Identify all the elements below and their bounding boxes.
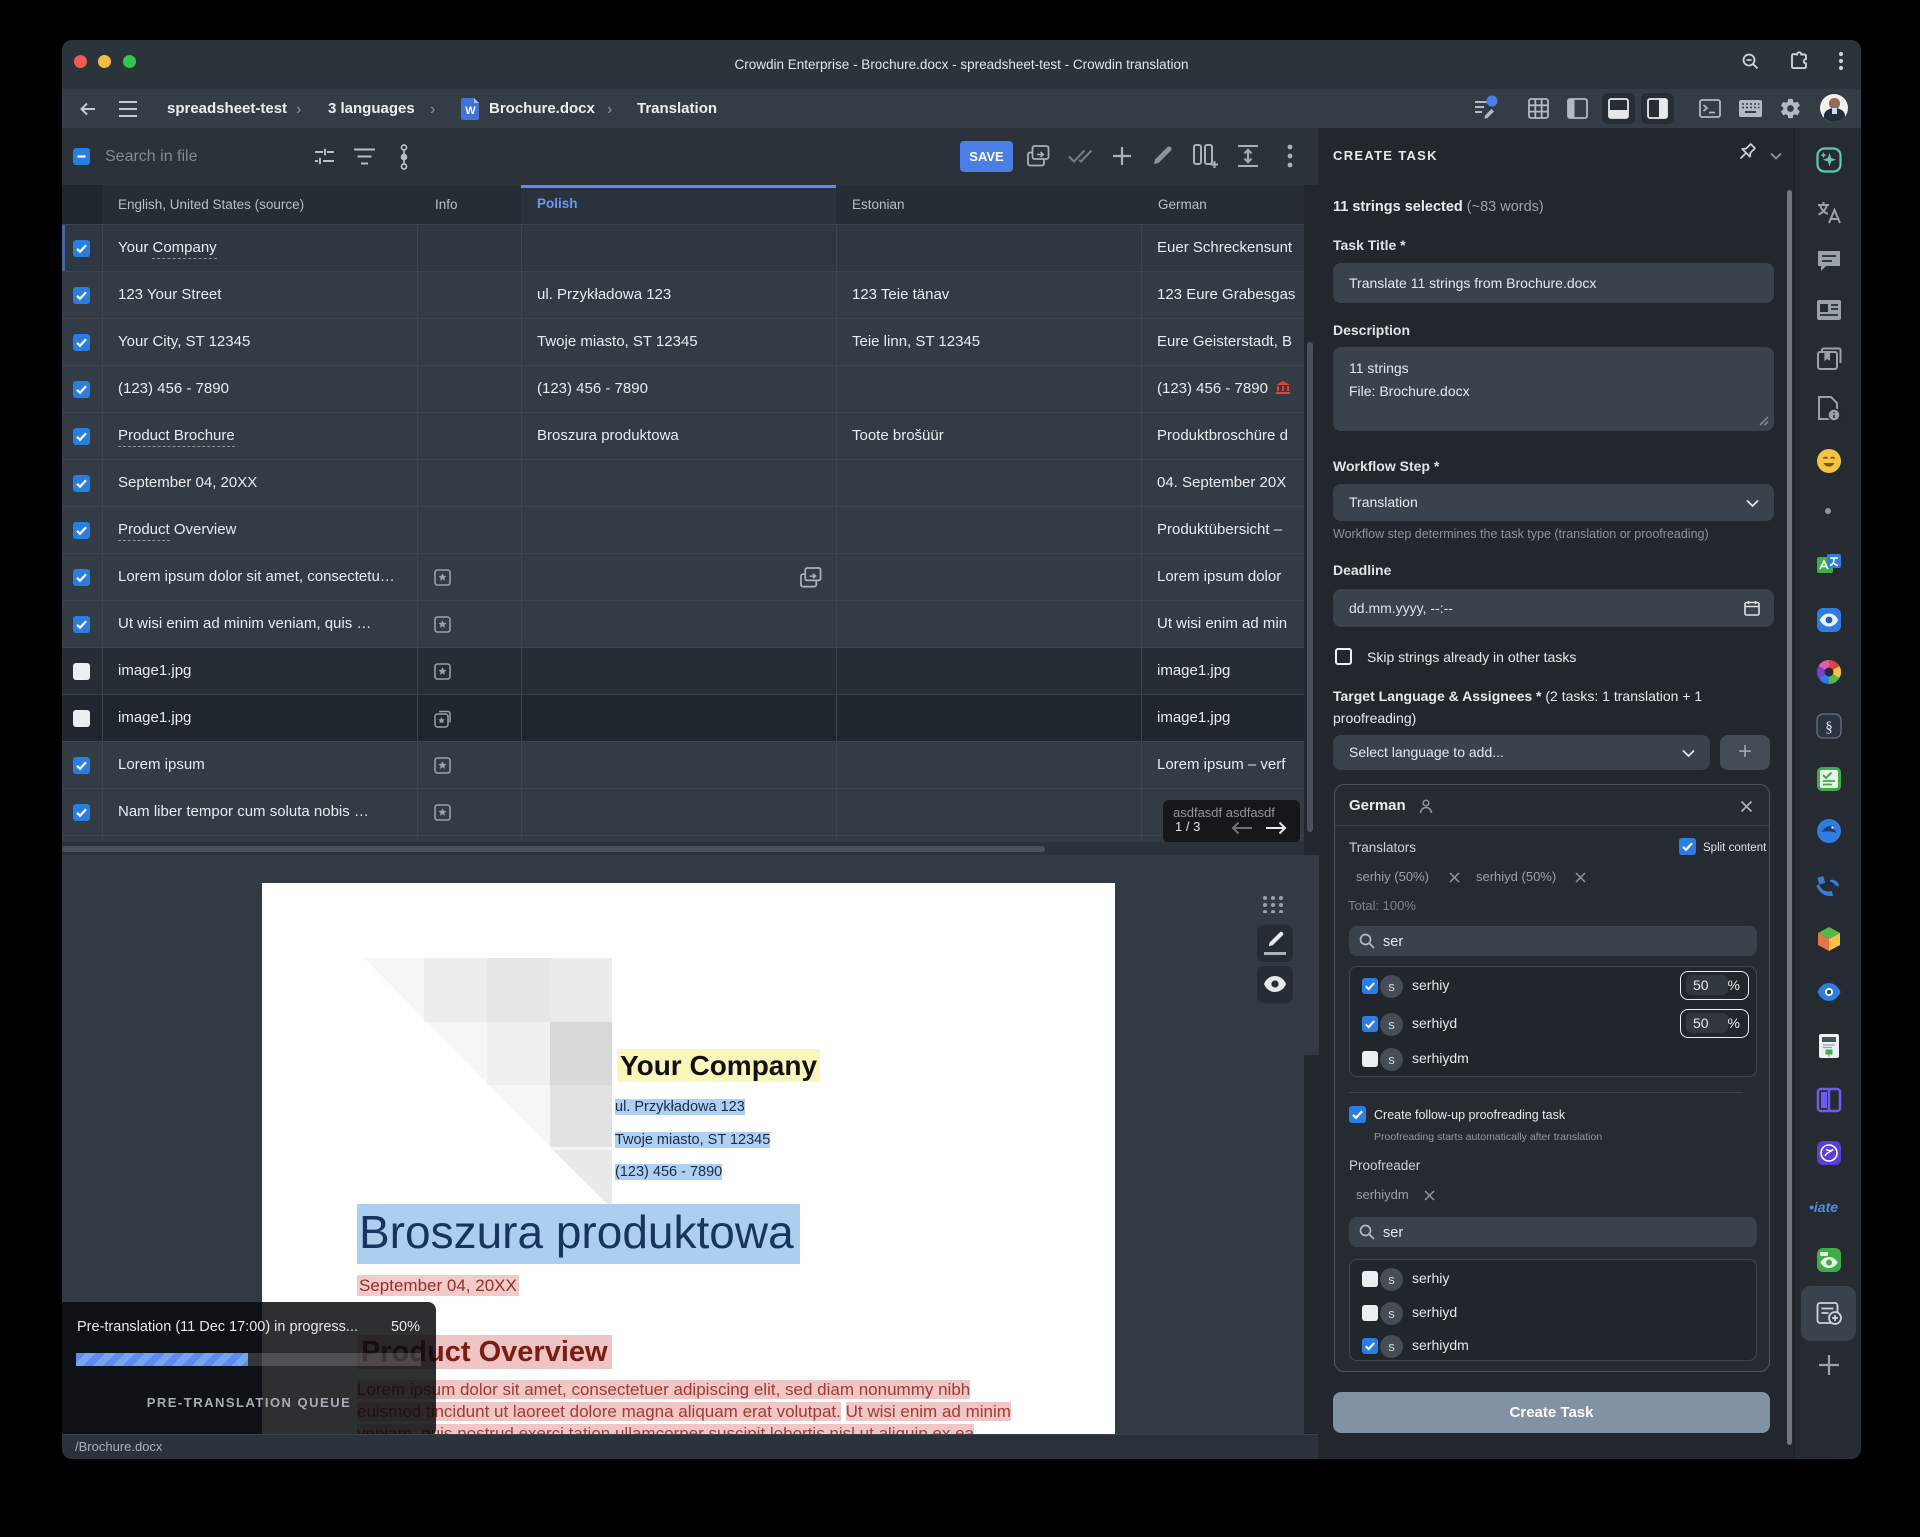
svg-text:W: W bbox=[465, 105, 476, 117]
svg-text:§: § bbox=[1825, 720, 1833, 736]
